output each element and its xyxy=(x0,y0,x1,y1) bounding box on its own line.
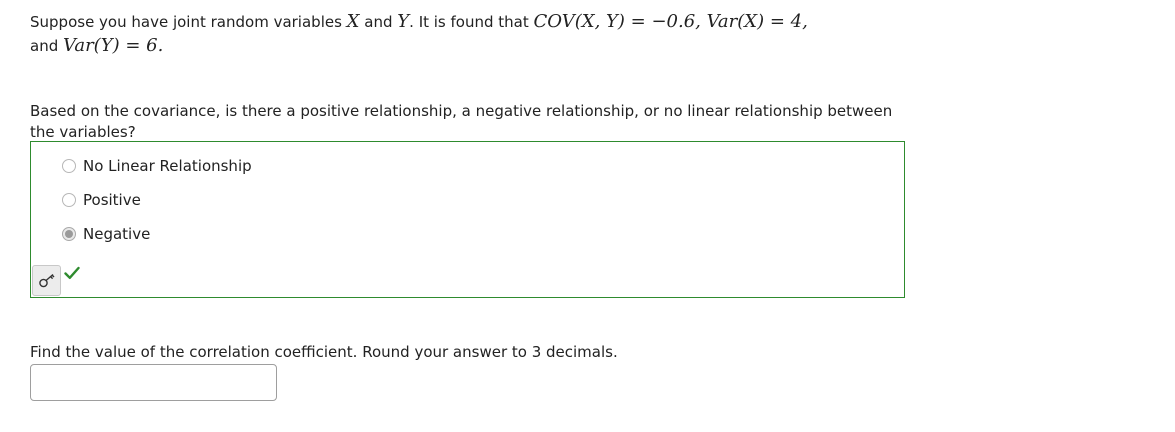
intro-text-3: . It is found that xyxy=(409,13,534,31)
option-no-linear-relationship[interactable]: No Linear Relationship xyxy=(62,155,252,177)
math-var-y: Var(Y) = 6. xyxy=(63,35,164,56)
question-1-text: Based on the covariance, is there a posi… xyxy=(30,102,893,141)
option-negative[interactable]: Negative xyxy=(62,223,150,245)
key-icon xyxy=(38,273,54,287)
math-y: Y xyxy=(397,11,410,32)
radio-no-linear-relationship[interactable] xyxy=(62,159,76,173)
radio-negative[interactable] xyxy=(62,227,76,241)
option-label: No Linear Relationship xyxy=(83,157,252,175)
answer-choices-box: No Linear Relationship Positive Negative xyxy=(30,141,905,298)
option-label: Negative xyxy=(83,225,151,243)
math-x: X xyxy=(346,11,360,32)
problem-statement: Suppose you have joint random variables … xyxy=(30,10,910,58)
correlation-answer-input[interactable] xyxy=(30,364,277,401)
intro-text-1: Suppose you have joint random variables xyxy=(30,13,347,31)
intro-text-4: and xyxy=(30,37,63,55)
question-2-text: Find the value of the correlation coeffi… xyxy=(30,343,618,361)
option-label: Positive xyxy=(83,191,141,209)
radio-positive[interactable] xyxy=(62,193,76,207)
math-cov: COV(X, Y) = −0.6, Var(X) = 4, xyxy=(533,11,808,32)
option-positive[interactable]: Positive xyxy=(62,189,141,211)
checkmark-icon xyxy=(64,266,80,280)
intro-text-2: and xyxy=(359,13,398,31)
view-answer-key-button[interactable] xyxy=(32,265,61,296)
